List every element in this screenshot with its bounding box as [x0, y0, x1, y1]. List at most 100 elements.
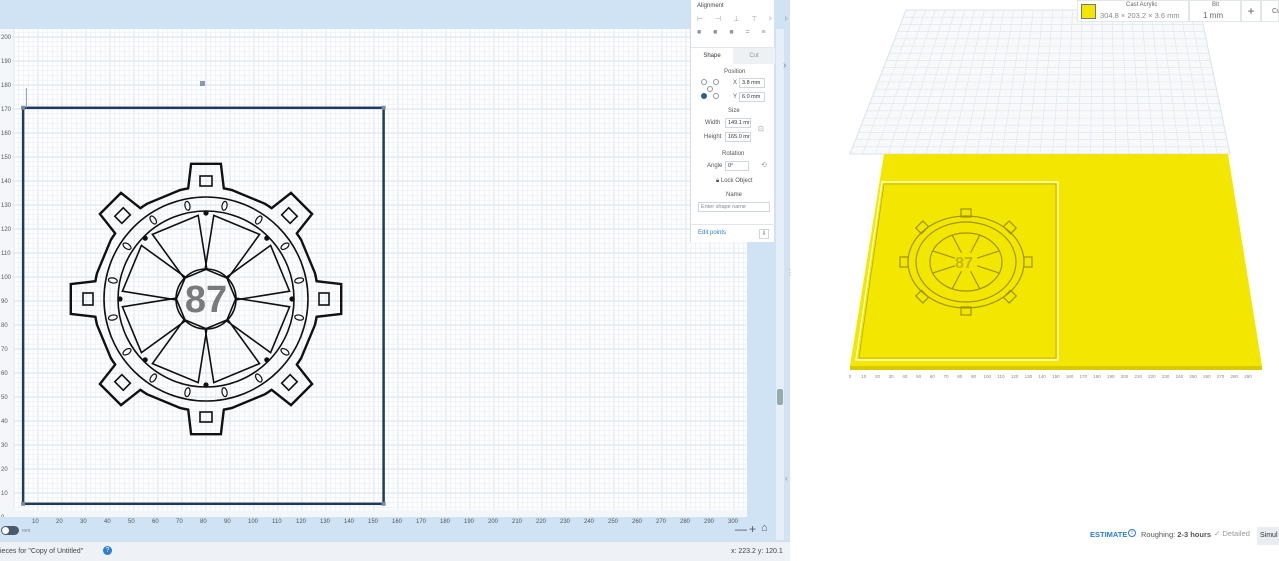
edit-points-link[interactable]: Edit points — [698, 230, 726, 236]
add-bit-button[interactable]: + — [1241, 0, 1261, 22]
y-tick-label: 180 — [1, 83, 12, 89]
design-number-text[interactable]: 87 — [185, 279, 227, 321]
status-bar: ieces for "Copy of Untitled" ? x: 223.2 … — [0, 541, 790, 561]
rotate-handle[interactable] — [200, 81, 205, 86]
x-tick-label: 200 — [488, 519, 499, 525]
simulate-button[interactable]: Simul — [1257, 527, 1279, 545]
rivet-dot — [264, 357, 270, 363]
anchor-radio-selected[interactable] — [701, 93, 707, 99]
shape-name-input[interactable]: Enter shape name — [698, 202, 770, 212]
scroll-thumb[interactable] — [777, 389, 783, 405]
spoke-window — [204, 214, 261, 280]
x-tick-label: 150 — [368, 519, 379, 525]
angle-input[interactable]: 0° — [725, 161, 749, 171]
anchor-radio[interactable] — [707, 86, 713, 92]
x-position-input[interactable]: 3.8 mm — [739, 78, 765, 88]
preview-x-tick: 150 — [1052, 374, 1060, 379]
preview-3d[interactable]: 87 0 10 20 30 40 50 60 70 80 90 100 110 120 130 140 150 1… — [790, 0, 1279, 561]
preview-x-tick: 40 — [902, 374, 908, 379]
preview-x-tick: 140 — [1038, 374, 1046, 379]
estimate-label[interactable]: ESTIMATE — [1090, 530, 1127, 539]
preview-number-text: 87 — [955, 255, 973, 272]
panel-collapse-icon[interactable]: › — [783, 60, 786, 71]
resize-handle[interactable] — [21, 105, 26, 110]
home-icon[interactable]: ⌂ — [761, 522, 768, 534]
vertical-scrollbar[interactable] — [776, 29, 784, 540]
zoom-in-button[interactable]: + — [749, 522, 756, 536]
preview-x-tick: 220 — [1148, 374, 1156, 379]
y-position-input[interactable]: 6.0 mm — [739, 92, 765, 102]
preview-x-tick: 60 — [930, 374, 936, 379]
y-tick-label: 150 — [1, 155, 12, 161]
oval-hole — [107, 277, 118, 284]
units-toggle[interactable] — [1, 526, 19, 535]
arrange-buttons-row[interactable]: ■ ■ ■ = ≡ — [697, 29, 771, 36]
anchor-radio[interactable] — [713, 79, 719, 85]
x-tick-label: 30 — [80, 519, 87, 525]
cursor-coordinates: x: 223.2 y: 120.1 — [731, 548, 783, 555]
y-tick-label: 80 — [1, 323, 8, 329]
x-tick-label: 120 — [296, 519, 307, 525]
design-canvas[interactable]: 200 190 180 170 160 150 140 130 120 110 100 90 80 70 6… — [0, 29, 747, 517]
rivet-dot — [117, 296, 123, 302]
drag-handle-icon[interactable]: ⋮ — [786, 268, 794, 277]
pieces-status: ieces for "Copy of Untitled" — [0, 548, 84, 555]
angle-label: Angle — [707, 163, 723, 169]
y-tick-label: 60 — [1, 371, 8, 377]
resize-handle[interactable] — [21, 501, 26, 506]
tab-cut[interactable]: Cut — [733, 48, 775, 64]
rotate-icon[interactable]: ⟲ — [761, 161, 767, 169]
preview-x-tick: 290 — [1244, 374, 1252, 379]
preview-x-tick: 280 — [1231, 374, 1239, 379]
material-selector[interactable]: Cast Acrylic 304.8 × 203.2 × 3.6 mm — [1077, 0, 1189, 22]
position-label: Position — [724, 69, 746, 75]
oval-hole — [184, 200, 191, 211]
y-label: Y — [733, 94, 738, 100]
cut-button[interactable]: Cu — [1261, 0, 1279, 22]
easel-app: 200 190 180 170 160 150 140 130 120 110 100 90 80 70 6… — [0, 0, 1279, 561]
y-tick-label: 140 — [1, 179, 12, 185]
tab-shape[interactable]: Shape — [691, 48, 733, 64]
tooth-window — [82, 292, 94, 306]
x-tick-label: 240 — [584, 519, 595, 525]
lock-object-checkbox[interactable]: 🔒︎ Lock Object — [716, 178, 753, 185]
width-label: Width — [705, 120, 721, 126]
preview-x-tick: 120 — [1011, 374, 1019, 379]
rivet-dot — [203, 382, 209, 388]
grid — [0, 29, 747, 517]
anchor-radio[interactable] — [701, 79, 707, 85]
edit-points-row[interactable]: Edit points ⇩ — [691, 224, 775, 242]
y-tick-label: 30 — [1, 443, 8, 449]
preview-x-tick: 250 — [1189, 374, 1197, 379]
rivet-dot — [289, 296, 295, 302]
align-buttons-row[interactable]: ⊢ ⊣ ⊥ ⊤ ⊦ ⊧ — [697, 15, 793, 23]
preview-x-tick: 0 — [849, 374, 852, 379]
alignment-title: Alignment — [697, 3, 724, 9]
resize-handle[interactable] — [381, 105, 386, 110]
detailed-toggle[interactable]: ✓ Detailed — [1214, 529, 1250, 538]
preview-x-tick: 180 — [1093, 374, 1101, 379]
edit-points-icon[interactable]: ⇩ — [759, 229, 769, 239]
width-input[interactable]: 149.1 mr — [725, 118, 751, 128]
material-swatch — [1081, 4, 1096, 19]
rivet-dot — [203, 210, 209, 216]
help-icon[interactable]: ? — [103, 546, 112, 555]
preview-x-tick: 240 — [1176, 374, 1184, 379]
preview-x-tick: 50 — [916, 374, 922, 379]
anchor-radio[interactable] — [713, 93, 719, 99]
x-tick-label: 290 — [704, 519, 715, 525]
x-tick-label: 70 — [176, 519, 183, 525]
info-icon[interactable]: i — [1128, 529, 1136, 537]
bit-selector[interactable]: Bit 1 mm — [1189, 0, 1241, 22]
resize-handle[interactable] — [381, 501, 386, 506]
lock-ratio-icon[interactable]: ⊡ — [758, 125, 764, 133]
preview-x-tick: 210 — [1134, 374, 1142, 379]
preview-pane: 87 0 10 20 30 40 50 60 70 80 90 100 110 120 130 140 150 1… — [785, 0, 1279, 561]
x-tick-label: 10 — [32, 519, 39, 525]
preview-x-tick: 100 — [983, 374, 991, 379]
size-label: Size — [728, 108, 740, 114]
x-tick-label: 20 — [56, 519, 63, 525]
y-tick-label: 170 — [1, 107, 12, 113]
expand-left-icon[interactable]: ‹ — [785, 473, 788, 483]
height-input[interactable]: 165.0 mr — [725, 132, 751, 142]
